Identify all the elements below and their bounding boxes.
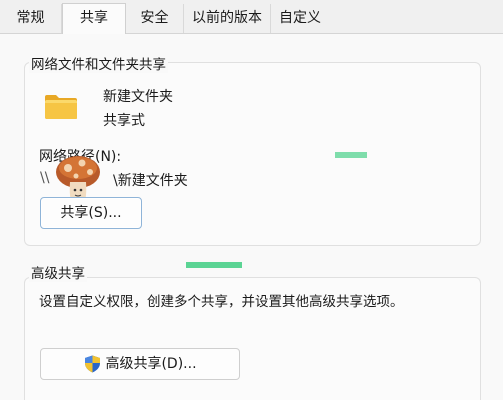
folder-name: 新建文件夹 (103, 89, 173, 105)
tab-security[interactable]: 安全 (126, 4, 184, 33)
overlay-badge (335, 152, 367, 158)
share-status: 共享式 (103, 113, 145, 129)
advanced-sharing-group-title: 高级共享 (29, 262, 87, 282)
tab-general[interactable]: 常规 (0, 4, 62, 33)
network-path-value: \新建文件夹 (113, 173, 188, 189)
tab-customize[interactable]: 自定义 (271, 4, 329, 33)
tab-previous-versions[interactable]: 以前的版本 (184, 4, 271, 33)
network-sharing-group-title: 网络文件和文件夹共享 (29, 53, 168, 73)
advanced-sharing-button[interactable]: 高级共享(D)... (40, 348, 240, 380)
tab-strip: 常规 共享 安全 以前的版本 自定义 (0, 0, 503, 34)
network-path-prefix: \\ (40, 170, 50, 186)
tab-sharing[interactable]: 共享 (62, 3, 126, 34)
share-button[interactable]: 共享(S)... (40, 197, 142, 229)
advanced-sharing-description: 设置自定义权限，创建多个共享，并设置其他高级共享选项。 (39, 294, 404, 310)
folder-icon (45, 95, 77, 119)
properties-dialog: 常规 共享 安全 以前的版本 自定义 网络文件和文件夹共享 新建文件夹 共享式 … (0, 0, 503, 400)
uac-shield-icon (85, 355, 100, 373)
overlay-badge-2 (186, 262, 242, 268)
